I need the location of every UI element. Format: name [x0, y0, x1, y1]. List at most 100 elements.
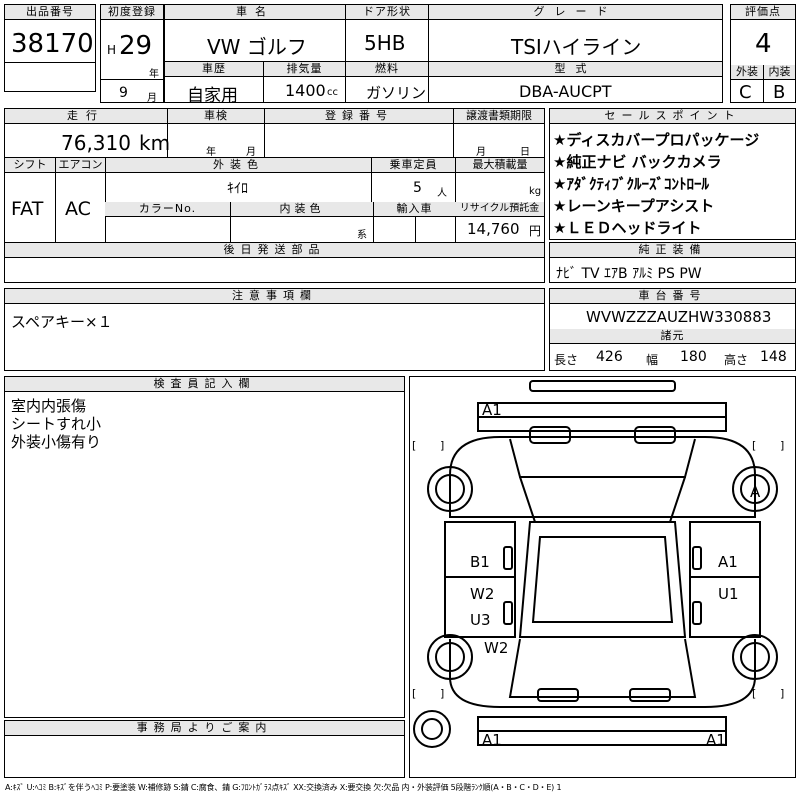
int-label: 内装	[763, 65, 795, 80]
legend: A:ｷｽﾞ U:ﾍｺﾐ B:ｷｽﾞを伴うﾍｺﾐ P:要塗装 W:補修跡 S:錆 …	[5, 783, 562, 792]
max-load-label: 最大積載量	[455, 158, 544, 173]
history-box: 車歴 排気量 自家用 1400 cc	[164, 61, 346, 106]
height-label: 高さ	[724, 353, 749, 367]
svg-text:]: ]	[780, 439, 784, 452]
capacity-unit: 人	[437, 188, 447, 199]
displacement-label: 排気量	[263, 62, 345, 77]
grade-label: グレード	[429, 5, 722, 20]
car-name: VW ゴルフ	[207, 35, 307, 59]
sales-point-item: ★ＬＥＤヘッドライト	[553, 219, 702, 237]
notes-box: 注意事項欄 スペアキー×１	[4, 288, 545, 371]
svg-text:[: [	[752, 687, 756, 700]
history: 自家用	[187, 86, 238, 106]
inspection-year-unit: 年	[206, 147, 216, 158]
score-box: 評価点 4 外装 内装 C B	[730, 4, 796, 103]
color-no-label: カラーNo.	[105, 202, 230, 217]
model-label: 型式	[429, 62, 722, 77]
sales-points-box: セールスポイント ★ディスカバープロパッケージ ★純正ナビ バックカメラ ★ｱﾀ…	[549, 108, 796, 240]
era: H	[107, 43, 117, 57]
recycle-label: リサイクル預託金	[455, 202, 544, 217]
diagram-mark: U3	[470, 611, 491, 629]
inspector-note: 外装小傷有り	[11, 433, 102, 451]
history-label: 車歴	[165, 62, 263, 77]
sales-point-item: ★ｱﾀﾞｸﾃｨﾌﾞｸﾙｰｽﾞｺﾝﾄﾛｰﾙ	[553, 175, 709, 193]
shift: FAT	[11, 198, 44, 220]
int-color-suffix: 系	[357, 230, 367, 241]
shift-label: シフト	[5, 158, 55, 173]
registration-number-box: 登録番号	[264, 108, 454, 158]
year-unit: 年	[149, 69, 159, 80]
door-box: ドア形状 5HB	[345, 4, 429, 62]
first-registration-label: 初度登録	[101, 5, 163, 20]
notes: スペアキー×１	[11, 313, 113, 331]
capacity: 5	[413, 180, 422, 196]
height: 148	[760, 349, 787, 365]
svg-text:]: ]	[440, 687, 444, 700]
diagram-mark: A1	[718, 553, 738, 571]
svg-text:[: [	[412, 687, 416, 700]
car-name-label: 車名	[165, 5, 345, 20]
mileage-unit: km	[139, 131, 171, 155]
fuel-box: 燃料 ガソリン	[345, 61, 429, 103]
capacity-label: 乗車定員	[371, 158, 455, 173]
mileage: 76,310	[61, 131, 131, 155]
inspection-box: 車検 年 月	[167, 108, 265, 158]
width: 180	[680, 349, 707, 365]
transfer-deadline-box: 譲渡書類期限 月 日	[453, 108, 545, 158]
chassis-box: 車台番号 WVWZZZAUZHW330883 諸元 長さ 426 幅 180 高…	[549, 288, 796, 371]
svg-text:]: ]	[440, 439, 444, 452]
chassis-number: WVWZZZAUZHW330883	[586, 308, 772, 326]
diagram-mark: A1	[482, 401, 502, 419]
score: 4	[755, 29, 772, 59]
inspection-label: 車検	[168, 109, 264, 124]
damage-diagram: [] [] [] [] A1 A B1 A1 W2 U1 U3 W2 A1 A1	[409, 376, 796, 778]
diagram-mark: A	[750, 483, 761, 501]
transfer-day-unit: 日	[520, 147, 530, 158]
sales-point-item: ★ディスカバープロパッケージ	[553, 131, 760, 149]
mileage-label: 走行	[5, 109, 167, 124]
lot-number-box: 出品番号 38170	[4, 4, 96, 92]
import-label: 輸入車	[373, 202, 455, 217]
length-label: 長さ	[554, 353, 579, 367]
dims-label: 諸元	[550, 329, 795, 344]
diagram-mark: U1	[718, 585, 739, 603]
ext-color-label: 外装色	[105, 158, 371, 173]
score-label: 評価点	[731, 5, 795, 20]
inspector-box: 検査員記入欄 室内内張傷 シートすれ小 外装小傷有り	[4, 376, 405, 718]
displacement-unit: cc	[327, 87, 338, 98]
svg-text:]: ]	[780, 687, 784, 700]
diagram-mark: B1	[470, 553, 490, 571]
inspector-note: 室内内張傷	[11, 397, 87, 415]
later-parts-label: 後日発送部品	[5, 243, 544, 258]
mileage-box: 走行 76,310 km	[4, 108, 171, 158]
registration-number-label: 登録番号	[265, 109, 453, 124]
equipment-box: 純正装備 ﾅﾋﾞ TV ｴｱB ｱﾙﾐ PS PW	[549, 242, 796, 283]
aircon: AC	[65, 198, 91, 220]
grade: TSIハイライン	[511, 35, 642, 59]
svg-text:[: [	[752, 439, 756, 452]
sales-point-item: ★純正ナビ バックカメラ	[553, 153, 722, 171]
office-label: 事務局よりご案内	[5, 721, 404, 736]
inspector-label: 検査員記入欄	[5, 377, 404, 392]
width-label: 幅	[646, 353, 659, 367]
inspector-note: シートすれ小	[11, 415, 102, 433]
sales-point-item: ★レーンキープアシスト	[553, 197, 715, 215]
diagram-mark: W2	[470, 585, 494, 603]
transfer-month-unit: 月	[476, 147, 486, 158]
later-parts-box: 後日発送部品	[4, 242, 545, 283]
diagram-mark: W2	[484, 639, 508, 657]
int-color-label: 内装色	[230, 202, 373, 217]
lot-number-label: 出品番号	[5, 5, 95, 20]
ext-label: 外装	[731, 65, 763, 80]
registration-year: 29	[119, 31, 153, 61]
fuel-label: 燃料	[346, 62, 428, 77]
diagram-mark: A1	[706, 731, 726, 749]
door-label: ドア形状	[346, 5, 428, 20]
grade-box: グレード TSIハイライン	[428, 4, 723, 62]
spec-block: シフト エアコン 外装色 乗車定員 最大積載量 FAT AC ｷｲﾛ 5 人 k…	[4, 157, 545, 243]
fuel: ガソリン	[366, 84, 427, 102]
month-unit: 月	[147, 93, 157, 104]
recycle-unit: 円	[529, 224, 542, 238]
int-rating: B	[773, 82, 786, 103]
aircon-label: エアコン	[55, 158, 105, 173]
